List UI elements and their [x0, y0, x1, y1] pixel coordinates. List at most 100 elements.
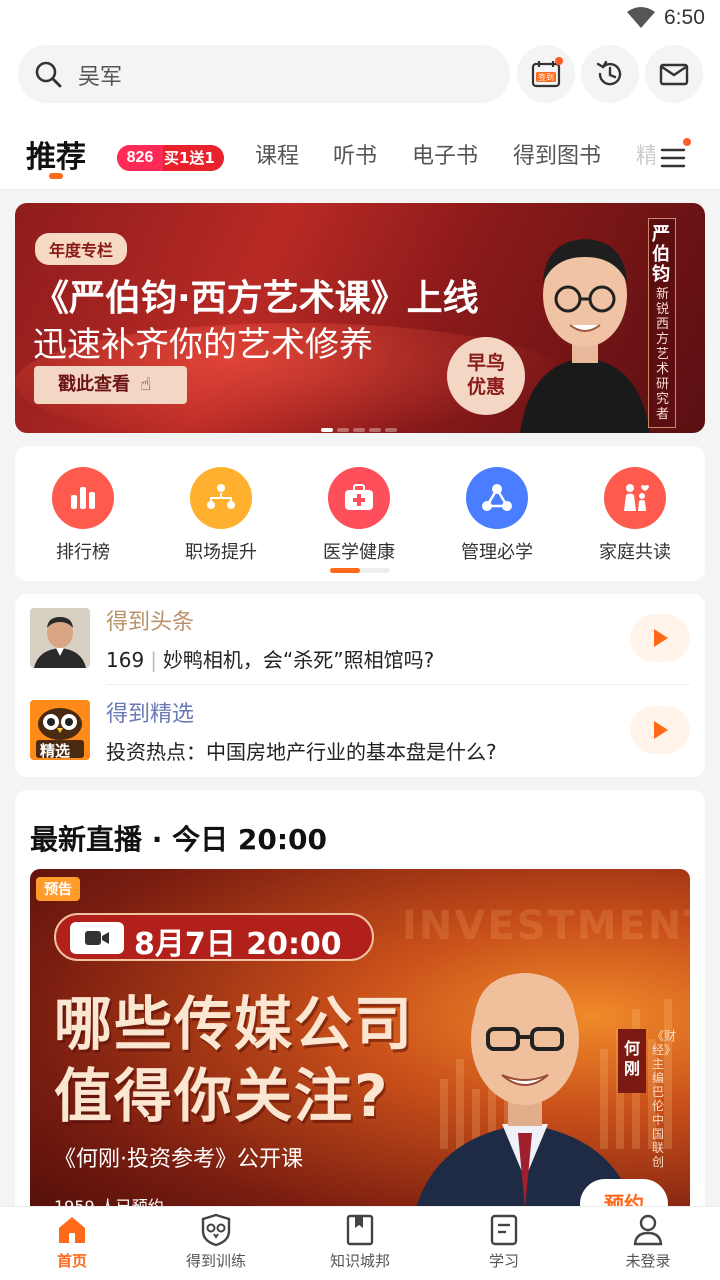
page-dot — [369, 428, 381, 432]
live-date-box: 8月7日 20:00 — [54, 913, 374, 962]
news-headline-text: 妙鸭相机，会“杀死”照相馆吗? — [162, 648, 435, 672]
banner-subtitle: 迅速补齐你的艺术修养 — [33, 325, 373, 365]
episode-number: 169 — [106, 648, 145, 672]
user-icon — [633, 1214, 663, 1246]
news-item-headlines[interactable]: 得到头条 169 | 妙鸭相机，会“杀死”照相馆吗? — [15, 594, 705, 684]
checkin-badge-dot — [555, 57, 563, 65]
status-bar: 6:50 — [0, 0, 720, 36]
early-bird-badge: 早鸟 优惠 — [447, 337, 525, 415]
early-bird-line1: 早鸟 — [466, 352, 505, 374]
category-family-reading[interactable]: 家庭共读 — [580, 467, 690, 564]
nav-study[interactable]: 学习 — [454, 1213, 554, 1271]
tab-promo-buy-one-get-one[interactable]: 826 买1送1 — [117, 145, 224, 171]
speaker-description: 新锐西方艺术研究者 — [656, 287, 670, 422]
category-management[interactable]: 管理必学 — [442, 467, 552, 564]
category-label: 家庭共读 — [599, 542, 671, 563]
category-medical[interactable]: 医学健康 — [304, 467, 414, 564]
category-card: 排行榜 职场提升 医学健康 管理必学 家庭共读 — [15, 446, 705, 581]
nav-profile[interactable]: 未登录 — [598, 1213, 698, 1271]
tab-menu-button[interactable] — [655, 138, 695, 176]
search-input[interactable]: 吴军 — [18, 45, 510, 103]
nav-label: 知识城邦 — [329, 1252, 390, 1270]
selection-badge-text: 精选 — [40, 742, 71, 760]
category-ranking[interactable]: 排行榜 — [28, 467, 138, 564]
owl-shield-icon — [201, 1213, 231, 1247]
search-icon — [35, 61, 62, 88]
live-course-name: 《何刚·投资参考》公开课 — [54, 1147, 303, 1172]
nav-training[interactable]: 得到训练 — [166, 1213, 266, 1271]
history-icon — [596, 60, 622, 86]
banner-cta-button[interactable]: 戳此查看 ☝ — [34, 366, 187, 404]
home-icon — [59, 1217, 85, 1243]
family-icon — [604, 467, 666, 529]
banner-tag: 年度专栏 — [35, 233, 128, 265]
menu-badge-dot — [683, 138, 691, 146]
tab-audiobooks[interactable]: 听书 — [333, 138, 377, 170]
category-scroll-indicator — [330, 568, 390, 573]
tab-dedao-books[interactable]: 得到图书 — [513, 138, 601, 170]
promo-number: 826 — [117, 145, 163, 171]
live-section-title: 最新直播 · 今日 20:00 — [30, 823, 328, 856]
history-button[interactable] — [581, 45, 639, 103]
play-icon — [654, 721, 668, 739]
news-item-selection[interactable]: 精选 得到精选 投资热点：中国房地产行业的基本盘是什么? — [15, 686, 705, 776]
promo-text: 买1送1 — [164, 149, 215, 167]
career-icon — [190, 467, 252, 529]
nav-label: 学习 — [488, 1252, 519, 1270]
promo-banner[interactable]: 年度专栏 《严伯钧·西方艺术课》上线 迅速补齐你的艺术修养 戳此查看 ☝ 早鸟 … — [15, 203, 705, 433]
owl-logo-icon: 精选 — [30, 700, 90, 760]
live-cover[interactable]: INVESTMENT 预告 8月7日 20:00 哪些传媒公司 值得你关注? 《… — [30, 869, 690, 1230]
play-button[interactable] — [630, 614, 690, 662]
mail-icon — [659, 63, 689, 86]
network-icon — [466, 467, 528, 529]
tab-courses[interactable]: 课程 — [255, 138, 299, 170]
speaker-name: 严伯钧 — [652, 224, 670, 285]
news-source: 得到精选 — [106, 702, 195, 727]
page-dot — [337, 428, 349, 432]
top-area: 6:50 吴军 签到 推荐 826 买1送1 课程 听书 电子书 得到图书 精 — [0, 0, 720, 190]
nav-knowledge-city[interactable]: 知识城邦 — [310, 1213, 410, 1271]
tab-ebooks[interactable]: 电子书 — [412, 138, 478, 170]
bookmark-book-icon — [346, 1214, 374, 1246]
banner-title: 《严伯钧·西方艺术课》上线 — [33, 278, 479, 319]
nav-home[interactable]: 首页 — [22, 1213, 122, 1271]
live-headline-line2: 值得你关注? — [54, 1062, 390, 1130]
banner-cta-label: 戳此查看 — [58, 374, 130, 395]
divider — [106, 684, 690, 685]
page-dot — [353, 428, 365, 432]
video-camera-icon — [70, 922, 124, 954]
active-tab-indicator — [49, 173, 63, 179]
speaker-portrait — [520, 239, 650, 433]
early-bird-line2: 优惠 — [466, 376, 505, 398]
page-dot — [321, 428, 333, 432]
nav-label: 未登录 — [625, 1252, 671, 1270]
live-date: 8月7日 20:00 — [134, 927, 342, 962]
tap-hand-icon: ☝ — [140, 374, 152, 395]
menu-icon — [660, 148, 686, 168]
tab-recommended[interactable]: 推荐 — [26, 132, 86, 176]
bottom-nav: 首页 得到训练 知识城邦 学习 未登录 — [0, 1206, 720, 1280]
svg-text:签到: 签到 — [538, 72, 554, 82]
messages-button[interactable] — [645, 45, 703, 103]
play-icon — [654, 629, 668, 647]
status-time: 6:50 — [664, 6, 705, 29]
play-button[interactable] — [630, 706, 690, 754]
headline-host-avatar — [30, 608, 90, 668]
host-name: 何刚 — [618, 1029, 646, 1093]
nav-label: 首页 — [56, 1252, 87, 1270]
news-card: 得到头条 169 | 妙鸭相机，会“杀死”照相馆吗? 精选 得到精选 投资热点：中国… — [15, 594, 705, 777]
category-label: 职场提升 — [185, 542, 257, 563]
wifi-icon — [627, 7, 655, 28]
tab-bar: 推荐 826 买1送1 课程 听书 电子书 得到图书 精 — [0, 128, 720, 190]
medical-kit-icon — [328, 467, 390, 529]
host-description: 《财经》主编 巴伦中国联创 — [652, 1029, 677, 1169]
category-career[interactable]: 职场提升 — [166, 467, 276, 564]
news-headline: 169 | 妙鸭相机，会“杀死”照相馆吗? — [106, 648, 435, 672]
checkin-button[interactable]: 签到 — [517, 45, 575, 103]
preview-badge: 预告 — [36, 877, 80, 901]
live-section: 最新直播 · 今日 20:00 INVESTMENT 预告 8月7日 20:00… — [15, 790, 705, 1230]
banner-page-indicator — [321, 417, 401, 432]
ranking-icon — [52, 467, 114, 529]
news-headline: 投资热点：中国房地产行业的基本盘是什么? — [106, 740, 497, 764]
category-label: 医学健康 — [323, 542, 395, 563]
